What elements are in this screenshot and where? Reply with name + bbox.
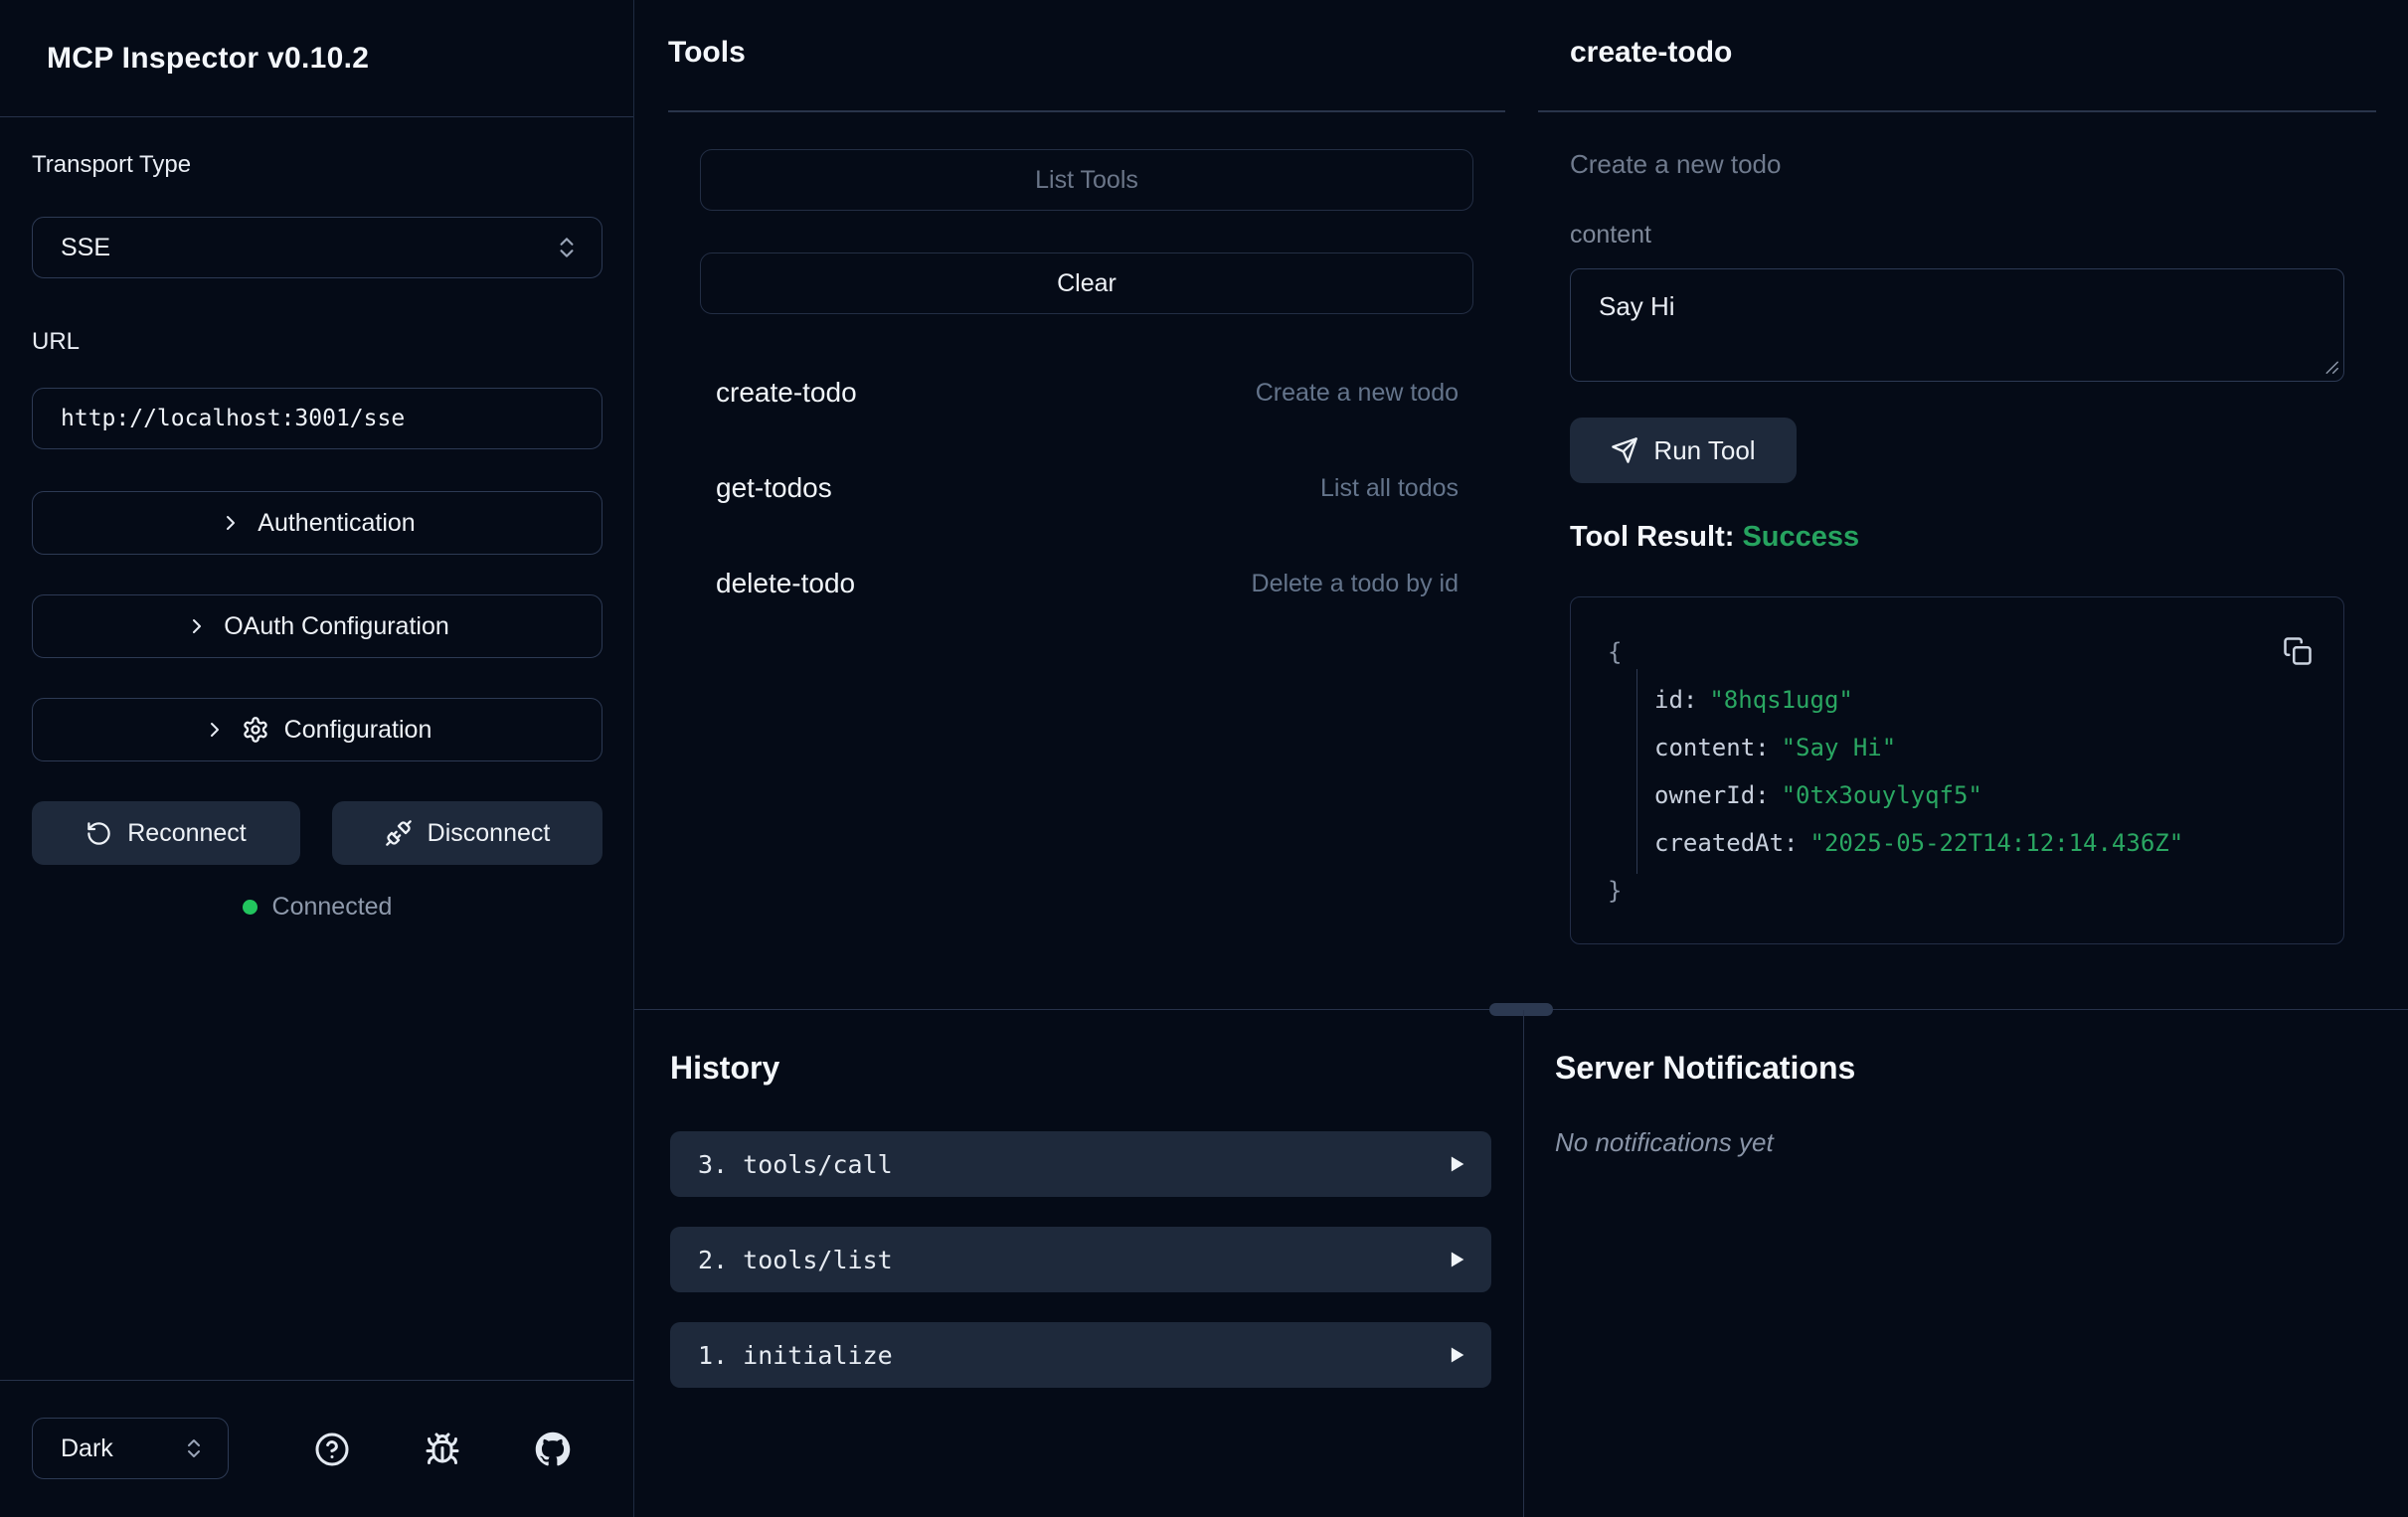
json-field-ownerId: ownerId: "0tx3ouylyqf5" [1571, 771, 2343, 819]
report-bug-button[interactable] [419, 1426, 466, 1473]
configuration-toggle[interactable]: Configuration [32, 698, 602, 761]
clear-button[interactable]: Clear [700, 253, 1473, 314]
history-item-tools-call[interactable]: 3. tools/call [670, 1131, 1491, 1197]
rotate-ccw-icon [86, 820, 112, 847]
tool-name: create-todo [716, 377, 857, 409]
authentication-toggle[interactable]: Authentication [32, 491, 602, 555]
sidebar-header: MCP Inspector v0.10.2 [0, 0, 633, 117]
tool-runner-divider [1538, 110, 2376, 112]
history-item-label: 3. tools/call [698, 1150, 893, 1179]
gear-icon [242, 716, 269, 744]
expand-play-icon [1446, 1345, 1465, 1365]
history-item-label: 1. initialize [698, 1341, 893, 1370]
tool-result-label: Tool Result: [1570, 521, 1734, 553]
help-circle-icon [314, 1432, 350, 1467]
list-tools-label: List Tools [1035, 166, 1138, 195]
tools-panel-title: Tools [668, 36, 746, 70]
reconnect-label: Reconnect [127, 819, 247, 848]
sidebar: MCP Inspector v0.10.2 Transport Type SSE… [0, 0, 634, 1517]
reconnect-button[interactable]: Reconnect [32, 801, 300, 865]
tool-row-delete-todo[interactable]: delete-todo Delete a todo by id [716, 555, 1459, 612]
json-close-brace: } [1571, 877, 1622, 905]
content-field-label: content [1570, 221, 1651, 250]
selected-tool-title: create-todo [1570, 36, 1732, 70]
connection-status: Connected [0, 893, 634, 922]
tool-name: delete-todo [716, 568, 855, 599]
chevron-right-icon [219, 511, 243, 535]
splitter-drag-handle[interactable] [1489, 1003, 1553, 1016]
json-field-content: content: "Say Hi" [1571, 724, 2343, 771]
transport-type-label: Transport Type [32, 151, 191, 179]
expand-play-icon [1446, 1154, 1465, 1174]
send-icon [1611, 436, 1638, 464]
tools-divider [668, 110, 1505, 112]
status-dot [243, 900, 258, 915]
json-open-brace: { [1571, 638, 1622, 666]
vertical-splitter [1523, 1010, 1524, 1517]
bug-icon [425, 1432, 460, 1467]
run-tool-label: Run Tool [1653, 435, 1755, 466]
mcp-inspector-app: MCP Inspector v0.10.2 Transport Type SSE… [0, 0, 2408, 1517]
configuration-label: Configuration [284, 716, 432, 745]
transport-type-value: SSE [61, 234, 110, 262]
app-title: MCP Inspector v0.10.2 [47, 42, 369, 76]
tool-description: List all todos [1320, 474, 1459, 503]
history-item-tools-list[interactable]: 2. tools/list [670, 1227, 1491, 1292]
authentication-label: Authentication [258, 509, 415, 538]
github-button[interactable] [529, 1426, 577, 1473]
chevrons-up-down-icon [182, 1436, 206, 1460]
expand-play-icon [1446, 1250, 1465, 1269]
tool-result-json-box: { id: "8hqs1ugg" content: "Say Hi" owner… [1570, 596, 2344, 944]
chevrons-up-down-icon [554, 235, 580, 260]
help-button[interactable] [308, 1426, 356, 1473]
sidebar-bottom-divider [0, 1380, 634, 1381]
disconnect-button[interactable]: Disconnect [332, 801, 602, 865]
theme-select[interactable]: Dark [32, 1418, 229, 1479]
theme-value: Dark [61, 1434, 113, 1463]
url-label: URL [32, 328, 80, 356]
chevron-right-icon [203, 718, 227, 742]
json-field-id: id: "8hqs1ugg" [1571, 676, 2343, 724]
tool-description: Create a new todo [1256, 379, 1459, 408]
disconnect-label: Disconnect [428, 819, 551, 848]
url-input[interactable]: http://localhost:3001/sse [32, 388, 602, 449]
server-notifications-title: Server Notifications [1555, 1050, 1855, 1087]
url-value: http://localhost:3001/sse [61, 406, 405, 431]
list-tools-button[interactable]: List Tools [700, 149, 1473, 211]
history-item-initialize[interactable]: 1. initialize [670, 1322, 1491, 1388]
oauth-configuration-toggle[interactable]: OAuth Configuration [32, 594, 602, 658]
clear-label: Clear [1057, 269, 1117, 298]
transport-type-select[interactable]: SSE [32, 217, 602, 278]
tool-result-line: Tool Result: Success [1570, 521, 1859, 554]
tool-result-status: Success [1742, 521, 1859, 553]
status-label: Connected [272, 893, 393, 922]
json-field-createdAt: createdAt: "2025-05-22T14:12:14.436Z" [1571, 819, 2343, 867]
history-title: History [670, 1050, 779, 1087]
oauth-configuration-label: OAuth Configuration [224, 612, 449, 641]
run-tool-button[interactable]: Run Tool [1570, 418, 1797, 483]
unplug-icon [385, 819, 413, 847]
no-notifications-message: No notifications yet [1555, 1127, 1774, 1158]
history-item-label: 2. tools/list [698, 1246, 893, 1274]
tool-row-get-todos[interactable]: get-todos List all todos [716, 459, 1459, 517]
chevron-right-icon [185, 614, 209, 638]
selected-tool-subtitle: Create a new todo [1570, 149, 1781, 180]
tool-description: Delete a todo by id [1252, 570, 1459, 598]
github-icon [535, 1432, 571, 1467]
tool-name: get-todos [716, 472, 832, 504]
tool-row-create-todo[interactable]: create-todo Create a new todo [716, 364, 1459, 421]
content-textarea[interactable]: Say Hi [1570, 268, 2344, 382]
